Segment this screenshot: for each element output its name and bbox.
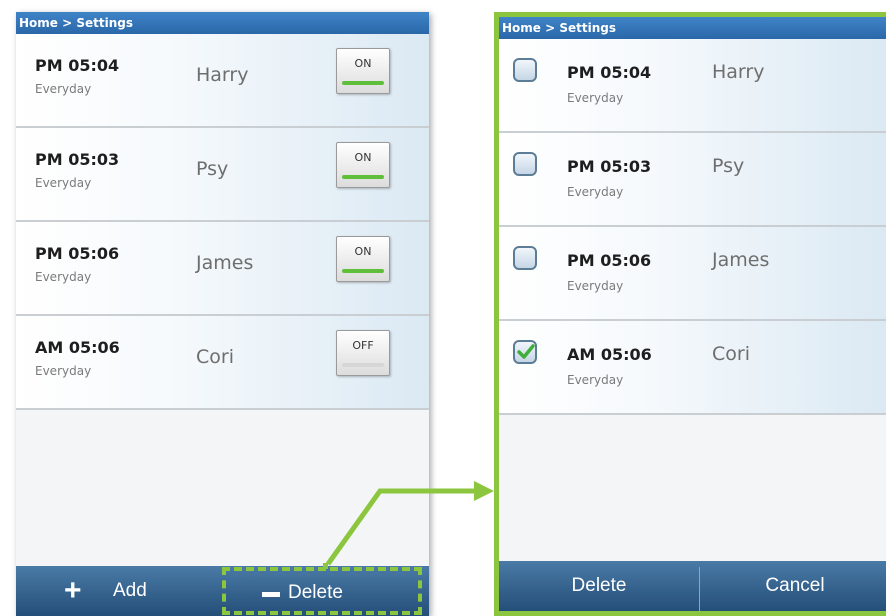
minus-icon bbox=[262, 592, 280, 597]
breadcrumb: Home > Settings bbox=[16, 12, 429, 34]
alarm-toggle-button[interactable]: ON bbox=[336, 236, 390, 282]
alarm-name: Cori bbox=[712, 343, 750, 365]
add-button[interactable]: + Add bbox=[56, 566, 196, 616]
list-empty-area bbox=[499, 415, 886, 561]
plus-icon: + bbox=[64, 574, 82, 607]
alarm-time: PM 05:04 bbox=[567, 63, 652, 82]
alarm-repeat: Everyday bbox=[35, 176, 92, 190]
alarm-name: Psy bbox=[196, 158, 229, 180]
alarm-row-james[interactable]: PM 05:06 Everyday James bbox=[499, 227, 886, 321]
alarm-select-checkbox[interactable] bbox=[513, 340, 537, 364]
alarm-time: PM 05:06 bbox=[567, 251, 652, 270]
alarm-time: PM 05:04 bbox=[35, 56, 120, 75]
alarm-name: Harry bbox=[196, 64, 249, 86]
delete-button[interactable]: Delete bbox=[499, 561, 699, 611]
cancel-button[interactable]: Cancel bbox=[700, 561, 886, 611]
alarm-row-harry[interactable]: PM 05:04 Everyday Harry ON bbox=[16, 34, 429, 128]
alarm-name: James bbox=[196, 252, 254, 274]
right-phone-screen: Home > Settings PM 05:04 Everyday Harry … bbox=[494, 12, 886, 616]
alarm-repeat: Everyday bbox=[35, 364, 92, 378]
toggle-label: ON bbox=[354, 151, 372, 164]
toggle-indicator-bar bbox=[342, 81, 384, 85]
alarm-select-checkbox[interactable] bbox=[513, 152, 537, 176]
alarm-row-psy[interactable]: PM 05:03 Everyday Psy bbox=[499, 133, 886, 227]
alarm-repeat: Everyday bbox=[567, 91, 624, 105]
alarm-name: Harry bbox=[712, 61, 765, 83]
toggle-label: OFF bbox=[352, 339, 374, 352]
alarm-select-checkbox[interactable] bbox=[513, 58, 537, 82]
alarm-name: James bbox=[712, 249, 770, 271]
alarm-repeat: Everyday bbox=[567, 185, 624, 199]
alarm-repeat: Everyday bbox=[35, 82, 92, 96]
toggle-indicator-bar bbox=[342, 269, 384, 273]
add-button-label: Add bbox=[113, 580, 147, 601]
alarm-row-cori[interactable]: AM 05:06 Everyday Cori OFF bbox=[16, 316, 429, 410]
breadcrumb: Home > Settings bbox=[499, 17, 886, 39]
alarm-time: AM 05:06 bbox=[35, 338, 120, 357]
alarm-row-james[interactable]: PM 05:06 Everyday James ON bbox=[16, 222, 429, 316]
alarm-time: PM 05:06 bbox=[35, 244, 120, 263]
toggle-indicator-bar bbox=[342, 363, 384, 367]
toggle-label: ON bbox=[354, 57, 372, 70]
checkmark-icon bbox=[517, 344, 535, 359]
alarm-toggle-button[interactable]: ON bbox=[336, 48, 390, 94]
alarm-time: PM 05:03 bbox=[35, 150, 120, 169]
alarm-time: PM 05:03 bbox=[567, 157, 652, 176]
alarm-repeat: Everyday bbox=[35, 270, 92, 284]
alarm-row-harry[interactable]: PM 05:04 Everyday Harry bbox=[499, 39, 886, 133]
alarm-select-checkbox[interactable] bbox=[513, 246, 537, 270]
toggle-label: ON bbox=[354, 245, 372, 258]
alarm-row-cori[interactable]: AM 05:06 Everyday Cori bbox=[499, 321, 886, 415]
alarm-time: AM 05:06 bbox=[567, 345, 652, 364]
bottom-action-bar: Delete Cancel bbox=[499, 561, 886, 611]
alarm-toggle-button[interactable]: OFF bbox=[336, 330, 390, 376]
toggle-indicator-bar bbox=[342, 175, 384, 179]
alarm-repeat: Everyday bbox=[567, 279, 624, 293]
alarm-row-psy[interactable]: PM 05:03 Everyday Psy ON bbox=[16, 128, 429, 222]
alarm-name: Cori bbox=[196, 346, 234, 368]
alarm-toggle-button[interactable]: ON bbox=[336, 142, 390, 188]
connector-arrow-icon bbox=[325, 481, 494, 566]
alarm-repeat: Everyday bbox=[567, 373, 624, 387]
alarm-name: Psy bbox=[712, 155, 745, 177]
